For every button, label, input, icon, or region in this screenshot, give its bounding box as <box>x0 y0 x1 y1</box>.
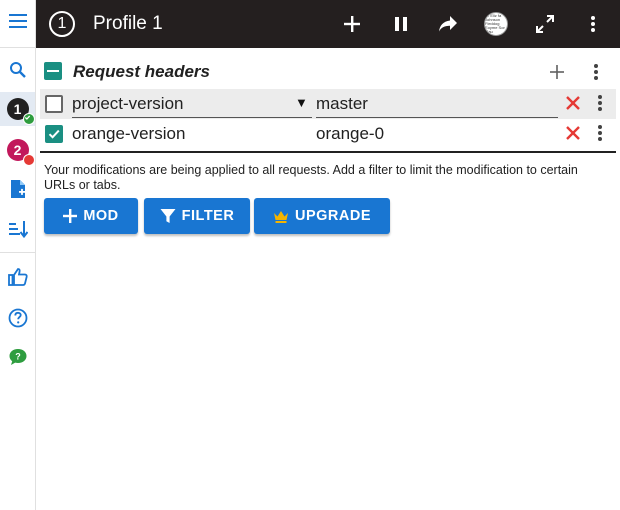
modification-notice: Your modifications are being applied to … <box>44 163 578 192</box>
add-profile-button[interactable] <box>0 172 35 206</box>
dropdown-arrow-icon[interactable]: ▼ <box>295 95 308 110</box>
profile-number: 1 <box>57 15 67 32</box>
profile-1-number: 1 <box>13 101 22 117</box>
menu-icon <box>8 14 27 28</box>
filter-button[interactable]: FILTER <box>144 198 250 234</box>
sort-button[interactable] <box>0 212 35 246</box>
sidebar: 1 2 ? <box>0 0 36 510</box>
profile-2-number: 2 <box>13 142 22 158</box>
search-icon <box>9 62 26 78</box>
close-icon <box>566 96 580 110</box>
header-name-input[interactable]: orange-version <box>72 123 312 147</box>
upgrade-button[interactable]: UPGRADE <box>254 198 390 234</box>
add-button[interactable] <box>340 12 364 36</box>
close-icon <box>566 126 580 140</box>
request-headers-section: Request headers <box>44 60 614 84</box>
more-vert-icon <box>598 125 602 141</box>
upgrade-label: UPGRADE <box>294 208 371 224</box>
share-button[interactable] <box>436 12 460 36</box>
more-vert-icon <box>594 64 598 80</box>
more-menu-button[interactable] <box>581 12 605 36</box>
crown-icon <box>273 210 288 223</box>
header-row: orange-version orange-0 <box>40 119 616 149</box>
minus-icon <box>47 70 59 72</box>
add-file-icon <box>10 180 25 198</box>
rate-button[interactable] <box>0 260 35 294</box>
top-app-bar: 1 Profile 1 Dr Eliz fa Johnson Fieddog E… <box>36 0 620 48</box>
feedback-icon: ? <box>9 349 26 365</box>
active-status-icon <box>22 113 35 125</box>
plus-icon <box>63 209 78 223</box>
profile-title[interactable]: Profile 1 <box>93 13 163 35</box>
section-divider <box>40 151 616 153</box>
sidebar-profile-1[interactable]: 1 <box>0 92 35 126</box>
pause-button[interactable] <box>389 12 413 36</box>
plus-icon <box>344 16 360 32</box>
more-vert-icon <box>591 16 595 32</box>
checkmark-icon <box>48 129 60 139</box>
header-more-button[interactable] <box>592 92 608 114</box>
header-more-button[interactable] <box>592 122 608 144</box>
thumbs-up-icon <box>7 268 28 286</box>
expand-icon <box>536 15 554 33</box>
filter-label: FILTER <box>181 208 235 224</box>
sidebar-profile-2[interactable]: 2 <box>0 133 35 167</box>
sidebar-divider-2 <box>0 252 35 253</box>
help-button[interactable] <box>0 301 35 335</box>
header-value-input[interactable]: master <box>316 93 558 118</box>
svg-text:?: ? <box>15 352 21 362</box>
collapse-section-checkbox[interactable] <box>44 62 62 80</box>
add-mod-label: MOD <box>83 208 119 224</box>
feedback-button[interactable]: ? <box>0 340 35 374</box>
header-name-input[interactable]: project-version <box>72 93 312 118</box>
header-row: project-version ▼ master <box>40 89 616 119</box>
fullscreen-button[interactable] <box>533 12 557 36</box>
search-button[interactable] <box>0 53 35 87</box>
add-mod-button[interactable]: MOD <box>44 198 138 234</box>
inactive-status-icon <box>22 154 35 166</box>
account-button[interactable]: Dr Eliz fa Johnson Fieddog Eoyme Sor Mau <box>484 12 508 36</box>
pause-icon <box>395 17 407 31</box>
section-title: Request headers <box>73 62 210 81</box>
profile-1-badge: 1 <box>6 98 35 125</box>
header-value-input[interactable]: orange-0 <box>316 123 558 147</box>
add-header-button[interactable] <box>547 62 567 82</box>
filter-icon <box>160 209 176 223</box>
delete-header-button[interactable] <box>562 122 584 144</box>
share-arrow-icon <box>439 16 457 32</box>
header-enabled-checkbox[interactable] <box>45 125 63 143</box>
sort-icon <box>8 221 28 238</box>
plus-icon <box>550 65 564 79</box>
help-icon <box>8 308 27 328</box>
section-more-button[interactable] <box>588 61 604 83</box>
delete-header-button[interactable] <box>562 92 584 114</box>
menu-button[interactable] <box>0 4 35 38</box>
avatar: Dr Eliz fa Johnson Fieddog Eoyme Sor Mau <box>484 12 508 36</box>
sidebar-divider <box>0 47 35 48</box>
profile-number-badge: 1 <box>49 11 75 37</box>
header-enabled-checkbox[interactable] <box>45 95 63 113</box>
more-vert-icon <box>598 95 602 111</box>
profile-2-badge: 2 <box>6 139 35 166</box>
